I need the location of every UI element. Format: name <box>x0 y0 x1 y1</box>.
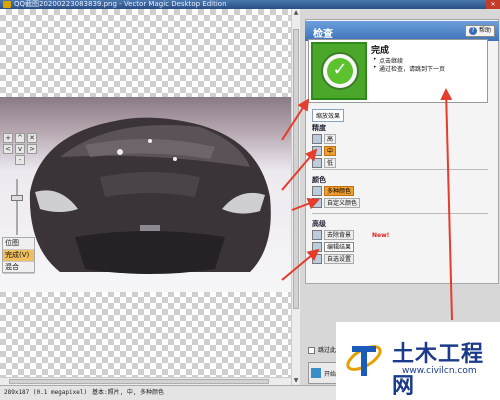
advanced-section-title: 高级 <box>312 220 326 228</box>
color-section-title: 颜色 <box>312 176 326 184</box>
watermark: 土木工程网 www.civilcn.com <box>336 322 500 400</box>
precision-section: 精度 高 中 低 <box>312 123 488 169</box>
watermark-logo-icon <box>346 345 382 376</box>
done-box[interactable]: ✓ 完成 • 点击继续 • 通过检查，请跳到下一页 <box>308 39 488 103</box>
compare-tab[interactable]: 缩放效果 <box>312 109 345 122</box>
color-option-custom[interactable]: 自定义颜色 <box>312 198 488 209</box>
pan-left-button[interactable]: < <box>3 144 13 154</box>
image-canvas[interactable]: + ^ ✕ < v > - 位图 完成(V) 混合 <box>0 9 300 385</box>
help-button[interactable]: ? 帮助 <box>464 25 495 37</box>
done-bullet-2: 通过检查，请跳到下一页 <box>379 66 446 73</box>
skip-checkbox[interactable] <box>308 347 315 354</box>
advanced-section: 高级 去除背景 New! 编辑结果 自选设置 <box>312 219 488 265</box>
precision-medium-icon <box>312 146 322 156</box>
help-icon: ? <box>468 27 477 35</box>
zoom-slider-track <box>16 179 18 235</box>
app-icon <box>3 1 11 8</box>
bullet-icon: • <box>373 64 377 71</box>
precision-section-title: 精度 <box>312 124 326 132</box>
precision-option-low[interactable]: 低 <box>312 158 488 169</box>
zoom-in-button[interactable]: + <box>3 133 13 143</box>
scroll-down-icon[interactable]: ▼ <box>292 377 300 385</box>
view-mode-selector: 位图 完成(V) 混合 <box>2 237 35 274</box>
start-icon <box>311 368 321 378</box>
precision-low-icon <box>312 158 322 168</box>
pan-down-button[interactable]: v <box>15 144 25 154</box>
navigation-pad: + ^ ✕ < v > - <box>3 133 39 165</box>
precision-low-label: 低 <box>324 158 337 168</box>
status-mode: 基本:照片, 中, 多种颜色 <box>92 389 165 396</box>
multi-color-icon <box>312 186 322 196</box>
bullet-icon: • <box>373 56 377 63</box>
remove-background-icon <box>312 230 322 240</box>
precision-option-medium[interactable]: 中 <box>312 146 488 157</box>
precision-high-label: 高 <box>324 134 337 144</box>
status-image-size: 289x187 (0.1 megapixel) <box>4 389 88 396</box>
skip-checkbox-label: 跳过此 <box>318 347 337 354</box>
precision-high-icon <box>312 134 322 144</box>
view-mode-bitmap[interactable]: 位图 <box>3 238 34 250</box>
window-title: QQ截图20200223083839.png - Vector Magic De… <box>14 0 227 8</box>
new-badge: New! <box>372 232 390 239</box>
custom-settings-label: 自选设置 <box>324 254 355 264</box>
view-mode-result[interactable]: 完成(V) <box>3 250 34 262</box>
checkmark-icon: ✓ <box>327 58 353 84</box>
view-mode-result-label: 完成 <box>5 251 19 259</box>
advanced-option-custom-settings[interactable]: 自选设置 <box>312 254 488 265</box>
panel-title: 检查 <box>313 29 333 40</box>
scroll-up-icon[interactable]: ▲ <box>292 9 300 17</box>
window-titlebar: QQ截图20200223083839.png - Vector Magic De… <box>0 0 500 9</box>
advanced-option-remove-bg[interactable]: 去除背景 New! <box>312 230 488 241</box>
custom-color-label: 自定义颜色 <box>324 198 361 208</box>
skip-checkbox-row[interactable]: 跳过此 <box>308 345 336 354</box>
help-label: 帮助 <box>478 27 491 34</box>
close-window-button[interactable]: ✕ <box>486 0 500 9</box>
fit-view-button[interactable]: ✕ <box>27 133 37 143</box>
pan-up-button[interactable]: ^ <box>15 133 25 143</box>
watermark-url: www.civilcn.com <box>402 366 477 376</box>
advanced-option-edit-result[interactable]: 编辑结果 <box>312 242 488 253</box>
zoom-out-button[interactable]: - <box>15 155 25 165</box>
custom-color-icon <box>312 198 322 208</box>
custom-settings-icon <box>312 254 322 264</box>
start-button-label: 开始 <box>324 371 337 378</box>
review-panel-header: 检查 ? 帮助 <box>305 21 499 41</box>
color-option-multi[interactable]: 多种颜色 <box>312 186 488 197</box>
done-check-button[interactable]: ✓ <box>311 42 367 100</box>
pan-right-button[interactable]: > <box>27 144 37 154</box>
section-divider <box>312 213 488 214</box>
precision-option-high[interactable]: 高 <box>312 134 488 145</box>
remove-background-label: 去除背景 <box>324 230 355 240</box>
vertical-scrollbar[interactable]: ▲ ▼ <box>291 9 300 385</box>
zoom-slider-knob[interactable] <box>11 195 23 201</box>
zoom-slider[interactable] <box>11 179 23 235</box>
color-section: 颜色 多种颜色 自定义颜色 <box>312 175 488 209</box>
car-image <box>29 117 271 274</box>
done-title: 完成 <box>371 46 390 56</box>
multi-color-label: 多种颜色 <box>324 186 355 196</box>
edit-result-icon <box>312 242 322 252</box>
precision-medium-label: 中 <box>324 146 337 156</box>
section-divider <box>312 169 488 170</box>
view-mode-mixed[interactable]: 混合 <box>3 262 34 274</box>
view-mode-result-badge: (V) <box>19 251 30 259</box>
edit-result-label: 编辑结果 <box>324 242 355 252</box>
vertical-scroll-thumb[interactable] <box>293 29 299 309</box>
horizontal-scroll-thumb[interactable] <box>9 379 269 384</box>
horizontal-scrollbar[interactable] <box>0 377 291 385</box>
